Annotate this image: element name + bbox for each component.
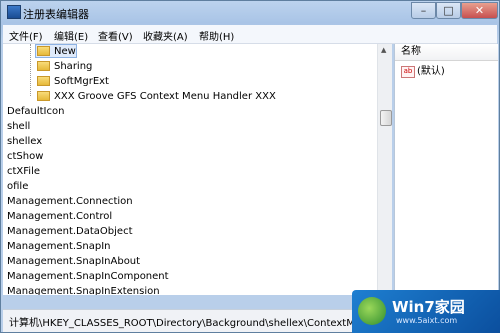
tree-key-shellex[interactable]: shellex bbox=[7, 134, 42, 149]
window-title: 注册表编辑器 bbox=[23, 8, 89, 21]
scroll-up-arrow-icon[interactable]: ▲ bbox=[381, 46, 386, 54]
tree-key-ctxfile[interactable]: ctXFile bbox=[7, 164, 40, 179]
menu-favorites[interactable]: 收藏夹(A) bbox=[143, 28, 188, 43]
tree-vertical-scrollbar[interactable]: ▲ bbox=[377, 44, 392, 295]
tree-key-ofile[interactable]: ofile bbox=[7, 179, 28, 194]
tree-key-management-control[interactable]: Management.Control bbox=[7, 209, 112, 224]
minimize-button[interactable]: – bbox=[411, 2, 436, 19]
folder-icon bbox=[37, 76, 50, 86]
value-row-default[interactable]: (默认) bbox=[417, 64, 445, 79]
menu-view[interactable]: 查看(V) bbox=[98, 28, 133, 43]
tree-key-defaulticon[interactable]: DefaultIcon bbox=[7, 104, 64, 119]
tree-key-shell[interactable]: shell bbox=[7, 119, 30, 134]
tree-key-management-connection[interactable]: Management.Connection bbox=[7, 194, 133, 209]
maximize-button[interactable]: □ bbox=[436, 2, 461, 19]
win7-logo-icon bbox=[358, 297, 386, 325]
folder-icon bbox=[37, 46, 50, 56]
menu-edit[interactable]: 编辑(E) bbox=[54, 28, 88, 43]
menu-help[interactable]: 帮助(H) bbox=[199, 28, 234, 43]
menu-bar: 文件(F) 编辑(E) 查看(V) 收藏夹(A) 帮助(H) bbox=[3, 25, 497, 44]
menu-file[interactable]: 文件(F) bbox=[9, 28, 43, 43]
tree-key-label: New bbox=[54, 46, 76, 57]
tree-key-management-dataobject[interactable]: Management.DataObject bbox=[7, 224, 133, 239]
folder-icon bbox=[37, 61, 50, 71]
tree-key-management-snapinextension[interactable]: Management.SnapInExtension bbox=[7, 284, 160, 295]
column-header-name[interactable]: 名称 bbox=[395, 44, 498, 61]
scrollbar-thumb[interactable] bbox=[380, 110, 392, 126]
watermark-badge: Win7家园 www.5aixt.com bbox=[352, 290, 500, 333]
folder-icon bbox=[37, 91, 50, 101]
tree-key-label: XXX Groove GFS Context Menu Handler XXX bbox=[54, 91, 276, 102]
tree-key-management-snapin[interactable]: Management.SnapIn bbox=[7, 239, 111, 254]
tree-key-management-snapinabout[interactable]: Management.SnapInAbout bbox=[7, 254, 140, 269]
tree-key-ctshow[interactable]: ctShow bbox=[7, 149, 43, 164]
regedit-app-icon bbox=[7, 5, 21, 19]
tree-key-label: Sharing bbox=[54, 61, 93, 72]
tree-key-label: SoftMgrExt bbox=[54, 76, 109, 87]
registry-key-tree[interactable]: New Sharing SoftMgrExt XXX Groove GFS Co… bbox=[3, 44, 391, 295]
value-list-pane[interactable]: 名称 ab (默认) bbox=[394, 44, 498, 295]
watermark-url: www.5aixt.com bbox=[396, 316, 458, 325]
string-value-icon: ab bbox=[401, 66, 415, 78]
tree-connector bbox=[30, 44, 31, 96]
registry-editor-window: 注册表编辑器 – □ ✕ 文件(F) 编辑(E) 查看(V) 收藏夹(A) 帮助… bbox=[0, 0, 500, 333]
column-header-label: 名称 bbox=[401, 46, 421, 57]
title-bar[interactable]: 注册表编辑器 – □ ✕ bbox=[1, 1, 500, 23]
tree-key-management-snapincomponent[interactable]: Management.SnapInComponent bbox=[7, 269, 169, 284]
key-path-text: 计算机\HKEY_CLASSES_ROOT\Directory\Backgrou… bbox=[9, 318, 388, 329]
watermark-title: Win7家园 bbox=[392, 298, 465, 316]
close-button[interactable]: ✕ bbox=[461, 2, 498, 19]
